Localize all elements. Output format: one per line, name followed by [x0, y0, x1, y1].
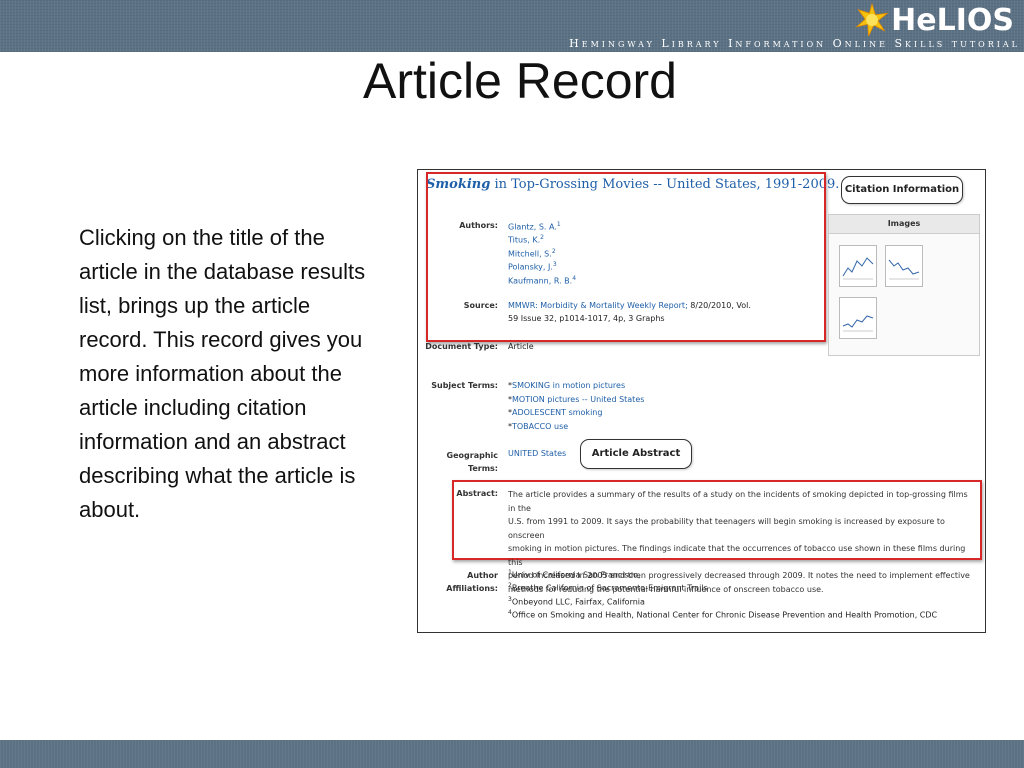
slide-body-text: Clicking on the title of the article in … — [79, 225, 366, 522]
author-sup: 2 — [540, 234, 544, 241]
images-header: Images — [829, 215, 979, 234]
author-link[interactable]: Polansky, J.3 — [508, 261, 557, 272]
author-name: Mitchell, S. — [508, 249, 552, 259]
graph-thumbnail-2[interactable] — [885, 245, 923, 287]
document-type-label: Document Type: — [425, 342, 498, 351]
source-date-volume: 8/20/2010, Vol. — [687, 301, 751, 310]
subject-term[interactable]: *ADOLESCENT smoking — [508, 408, 602, 417]
abstract-text: The article provides a summary of the re… — [508, 488, 976, 596]
document-type-value: Article — [508, 342, 534, 351]
slide-title: Article Record — [363, 53, 677, 109]
abstract-line: U.S. from 1991 to 2009. It says the prob… — [508, 517, 945, 540]
author-sup: 1 — [556, 221, 561, 228]
subject-term-link: ADOLESCENT smoking — [512, 408, 603, 417]
affiliation-item: 4Office on Smoking and Health, National … — [508, 609, 937, 620]
affiliation-item: 2Breathe California of Sacramento-Emigra… — [508, 582, 708, 593]
subject-term[interactable]: *TOBACCO use — [508, 422, 568, 431]
affil-label-line-2: Affiliations: — [446, 584, 498, 593]
author-sup: 2 — [551, 248, 556, 255]
article-abstract-callout: Article Abstract — [580, 439, 692, 469]
affiliation-item: 3Onbeyond LLC, Fairfax, California — [508, 596, 645, 607]
star-icon — [855, 3, 889, 37]
subject-term-link: MOTION pictures -- United States — [512, 395, 645, 404]
images-panel: Images — [828, 214, 980, 356]
author-name: Titus, K. — [508, 235, 541, 245]
authors-label: Authors: — [459, 221, 498, 230]
subject-term-link: SMOKING in motion pictures — [512, 381, 626, 390]
source-label: Source: — [463, 301, 498, 310]
author-affiliations-label: Author Affiliations: — [422, 569, 498, 595]
affiliation-text: Office on Smoking and Health, National C… — [511, 610, 938, 620]
abstract-label: Abstract: — [456, 489, 498, 498]
footer-bar — [0, 740, 1024, 768]
source-line-2: 59 Issue 32, p1014-1017, 4p, 3 Graphs — [508, 314, 665, 323]
source-line-1: MMWR: Morbidity & Mortality Weekly Repor… — [508, 301, 751, 310]
author-link[interactable]: Mitchell, S.2 — [508, 248, 556, 259]
graph-thumbnail-3[interactable] — [839, 297, 877, 339]
tagline: Hemingway Library Information Online Ski… — [569, 37, 1020, 50]
abstract-line: smoking in motion pictures. The findings… — [508, 544, 966, 567]
abstract-line: The article provides a summary of the re… — [508, 490, 968, 513]
geographic-terms-label: Geographic Terms: — [422, 449, 498, 475]
citation-information-callout: Citation Information — [841, 176, 963, 204]
author-link[interactable]: Glantz, S. A.1 — [508, 221, 561, 232]
subject-terms-label: Subject Terms: — [431, 381, 498, 390]
author-link[interactable]: Titus, K.2 — [508, 234, 544, 245]
header-banner: HeLIOS Hemingway Library Information Onl… — [0, 0, 1024, 52]
author-sup: 3 — [552, 261, 557, 268]
author-name: Kaufmann, R. B. — [508, 276, 573, 286]
author-link[interactable]: Kaufmann, R. B.4 — [508, 275, 576, 286]
author-name: Glantz, S. A. — [508, 222, 557, 232]
source-journal-link[interactable]: MMWR: Morbidity & Mortality Weekly Repor… — [508, 301, 688, 310]
geo-label-line-1: Geographic — [446, 451, 498, 460]
geo-label-line-2: Terms: — [467, 464, 498, 473]
affil-label-line-1: Author — [467, 571, 498, 580]
author-name: Polansky, J. — [508, 262, 553, 272]
subject-term[interactable]: *SMOKING in motion pictures — [508, 381, 625, 390]
author-sup: 4 — [572, 275, 577, 282]
logo-text: HeLIOS — [891, 2, 1014, 38]
affiliation-item: 1Univ of California San Francisco, — [508, 569, 641, 580]
geographic-term-link[interactable]: UNITED States — [508, 449, 566, 458]
subject-term-link: TOBACCO use — [512, 422, 569, 431]
affiliation-text: Onbeyond LLC, Fairfax, California — [511, 597, 645, 607]
subject-term[interactable]: *MOTION pictures -- United States — [508, 395, 644, 404]
affiliation-text: Univ of California San Francisco, — [511, 570, 641, 580]
affiliation-text: Breathe California of Sacramento-Emigran… — [511, 583, 708, 593]
helios-logo: HeLIOS — [855, 2, 1014, 38]
graph-thumbnail-1[interactable] — [839, 245, 877, 287]
article-record-screenshot: Smoking in Top-Grossing Movies -- United… — [417, 169, 986, 633]
